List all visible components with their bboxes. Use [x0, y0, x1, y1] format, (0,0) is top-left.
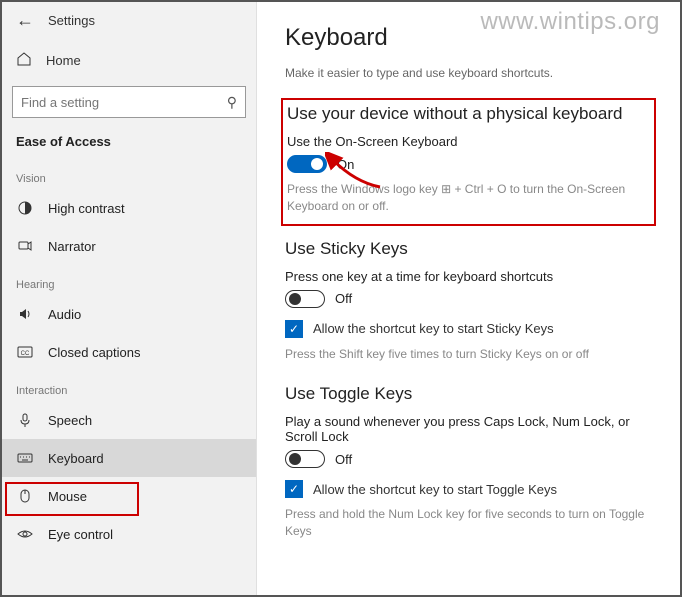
- sticky-toggle-label: Press one key at a time for keyboard sho…: [285, 269, 656, 284]
- search-input[interactable]: [21, 95, 227, 110]
- section-heading-toggle: Use Toggle Keys: [285, 384, 656, 404]
- window-title: Settings: [48, 13, 95, 28]
- section-osk: Use your device without a physical keybo…: [285, 102, 656, 217]
- sidebar-item-narrator[interactable]: Narrator: [2, 227, 256, 265]
- sidebar-item-label: High contrast: [48, 201, 125, 216]
- togglekeys-shortcut-checkbox[interactable]: ✓: [285, 480, 303, 498]
- sidebar-item-label: Audio: [48, 307, 81, 322]
- togglekeys-toggle-state: Off: [335, 452, 352, 467]
- sidebar: ← Settings Home ⚲ Ease of Access Vision …: [2, 2, 257, 595]
- home-button[interactable]: Home: [2, 41, 256, 80]
- group-label-interaction: Interaction: [2, 371, 256, 401]
- narrator-icon: [16, 237, 34, 255]
- osk-toggle[interactable]: [287, 155, 327, 173]
- osk-hint: Press the Windows logo key ⊞ + Ctrl + O …: [287, 181, 654, 215]
- togglekeys-toggle[interactable]: [285, 450, 325, 468]
- sidebar-item-eye-control[interactable]: Eye control: [2, 515, 256, 553]
- sidebar-item-keyboard[interactable]: Keyboard: [2, 439, 256, 477]
- sidebar-item-audio[interactable]: Audio: [2, 295, 256, 333]
- section-sticky-keys: Use Sticky Keys Press one key at a time …: [285, 239, 656, 363]
- home-label: Home: [46, 53, 81, 68]
- togglekeys-checkbox-label: Allow the shortcut key to start Toggle K…: [313, 482, 557, 497]
- section-heading-sticky: Use Sticky Keys: [285, 239, 656, 259]
- sidebar-item-label: Eye control: [48, 527, 113, 542]
- group-label-vision: Vision: [2, 159, 256, 189]
- sidebar-item-closed-captions[interactable]: CC Closed captions: [2, 333, 256, 371]
- sticky-toggle[interactable]: [285, 290, 325, 308]
- search-input-wrap[interactable]: ⚲: [12, 86, 246, 118]
- audio-icon: [16, 305, 34, 323]
- home-icon: [16, 51, 32, 70]
- category-header: Ease of Access: [2, 128, 256, 159]
- keyboard-icon: [16, 449, 34, 467]
- group-label-hearing: Hearing: [2, 265, 256, 295]
- main-content: Keyboard Make it easier to type and use …: [257, 2, 680, 595]
- sidebar-item-label: Speech: [48, 413, 92, 428]
- sidebar-item-speech[interactable]: Speech: [2, 401, 256, 439]
- sticky-toggle-state: Off: [335, 291, 352, 306]
- high-contrast-icon: [16, 199, 34, 217]
- closed-captions-icon: CC: [16, 343, 34, 361]
- osk-toggle-state: On: [337, 157, 354, 172]
- togglekeys-toggle-label: Play a sound whenever you press Caps Loc…: [285, 414, 656, 444]
- osk-toggle-label: Use the On-Screen Keyboard: [287, 134, 654, 149]
- sticky-checkbox-label: Allow the shortcut key to start Sticky K…: [313, 321, 554, 336]
- sidebar-item-label: Narrator: [48, 239, 96, 254]
- togglekeys-hint: Press and hold the Num Lock key for five…: [285, 506, 656, 540]
- sidebar-item-mouse[interactable]: Mouse: [2, 477, 256, 515]
- section-toggle-keys: Use Toggle Keys Play a sound whenever yo…: [285, 384, 656, 540]
- sticky-shortcut-checkbox[interactable]: ✓: [285, 320, 303, 338]
- back-arrow-icon[interactable]: ←: [16, 10, 34, 31]
- section-heading-osk: Use your device without a physical keybo…: [287, 104, 654, 124]
- page-subtitle: Make it easier to type and use keyboard …: [285, 66, 656, 80]
- sidebar-item-label: Closed captions: [48, 345, 141, 360]
- svg-text:CC: CC: [21, 351, 30, 357]
- sticky-hint: Press the Shift key five times to turn S…: [285, 346, 656, 363]
- mouse-icon: [16, 487, 34, 505]
- sidebar-item-label: Keyboard: [48, 451, 104, 466]
- search-icon: ⚲: [227, 94, 237, 111]
- eye-icon: [16, 525, 34, 543]
- speech-icon: [16, 411, 34, 429]
- page-title: Keyboard: [285, 24, 656, 52]
- sidebar-item-label: Mouse: [48, 489, 87, 504]
- sidebar-item-high-contrast[interactable]: High contrast: [2, 189, 256, 227]
